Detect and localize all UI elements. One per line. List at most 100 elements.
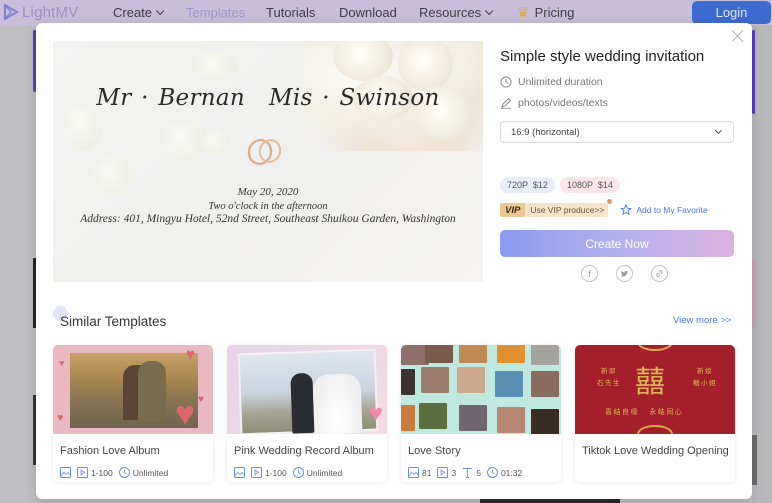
logo-text: LightMV	[22, 3, 79, 21]
ornament-decoration	[637, 425, 673, 434]
video-icon	[251, 467, 262, 478]
view-more-link[interactable]: View more >>	[673, 315, 731, 326]
nav-create-label: Create	[113, 5, 153, 20]
template-duration: Unlimited	[132, 467, 169, 478]
text-icon	[463, 468, 473, 478]
wedding-rings-icon	[247, 139, 282, 165]
clock-icon	[292, 467, 304, 478]
heart-icon: ♥	[198, 394, 204, 405]
invitation-details: May 20, 2020 Two o'clock in the afternoo…	[53, 186, 483, 227]
text-count: 5	[476, 467, 481, 478]
ornament-decoration	[637, 345, 673, 351]
twitter-icon[interactable]	[616, 265, 633, 282]
bride-name: Mis · Swinson	[269, 85, 440, 111]
duration-text: Unlimited duration	[518, 76, 603, 88]
photo-count: 81	[422, 467, 432, 478]
template-duration: Unlimited	[306, 467, 343, 478]
media-text: photos/videos/texts	[518, 97, 608, 109]
nav-create[interactable]: Create	[113, 5, 165, 20]
invitation-time: Two o'clock in the afternoon	[208, 200, 328, 212]
couple-names: Mr · Bernan Mis · Swinson	[53, 85, 483, 111]
video-icon	[437, 467, 449, 478]
background-banner-edge-right	[752, 30, 755, 114]
create-now-button[interactable]: Create Now	[500, 230, 734, 257]
blessing-text: 喜结良缘 永结同心	[605, 409, 684, 416]
facebook-icon[interactable]: f	[581, 265, 598, 282]
thumbnail-photo	[401, 369, 415, 395]
similar-templates-heading: Similar Templates	[60, 314, 167, 329]
template-preview[interactable]: Mr · Bernan Mis · Swinson May 20, 2020 Tw…	[53, 41, 483, 282]
link-icon[interactable]	[651, 265, 668, 282]
template-stats: 81 3 5 01:32	[408, 467, 522, 478]
media-info: photos/videos/texts	[500, 97, 608, 109]
template-name: Tiktok Love Wedding Opening	[582, 445, 729, 457]
login-button[interactable]: Login	[692, 1, 771, 24]
groom-name: Mr · Bernan	[96, 85, 245, 111]
price-720p[interactable]: 720P $12	[500, 177, 555, 193]
background-card-edge	[752, 435, 757, 485]
clock-icon	[118, 467, 130, 478]
template-name: Love Story	[408, 445, 461, 457]
thumbnail-photo	[138, 361, 166, 421]
close-icon[interactable]	[731, 29, 745, 43]
heart-icon: ♥	[186, 346, 195, 363]
video-icon	[77, 467, 88, 478]
price-1080p[interactable]: 1080P $14	[560, 177, 620, 193]
background-page-left	[0, 25, 36, 503]
template-card[interactable]: ♥ Pink Wedding Record Album 1-100 Unlimi…	[227, 345, 387, 482]
aspect-ratio-value: 16:9 (horizontal)	[511, 126, 580, 138]
chevron-down-icon	[485, 6, 494, 15]
nav-pricing[interactable]: ♛ Pricing	[517, 4, 574, 21]
notification-dot	[607, 199, 613, 204]
nav-resources[interactable]: Resources	[419, 5, 494, 20]
template-card[interactable]: Love Story 81 3 5 01:32	[401, 345, 561, 482]
add-to-favorite-button[interactable]: Add to My Favorite	[620, 204, 708, 216]
template-card[interactable]: 囍 新郎 石先生 新娘 糖小姐 喜结良缘 永结同心 Tiktok Love We…	[575, 345, 735, 482]
groom-name: 石先生	[597, 380, 621, 387]
thumbnail-photo	[531, 409, 559, 434]
thumbnail-photo	[312, 373, 363, 434]
template-thumbnail	[401, 345, 561, 434]
image-icon	[234, 467, 245, 478]
nav-download-label: Download	[339, 5, 397, 20]
logo[interactable]: LightMV	[2, 3, 78, 21]
heart-icon: ♥	[57, 412, 64, 424]
aspect-ratio-select[interactable]: 16:9 (horizontal)	[500, 121, 734, 143]
nav-tutorials[interactable]: Tutorials	[266, 5, 315, 20]
bride-title: 新娘	[697, 368, 713, 375]
share-buttons: f	[581, 265, 686, 282]
thumbnail-photo	[290, 372, 315, 434]
thumbnail-photo	[425, 345, 453, 363]
nav-download[interactable]: Download	[339, 5, 397, 20]
invitation-address: Address: 401, Mingyu Hotel, 52nd Street,…	[80, 213, 456, 225]
chevron-down-icon	[714, 126, 723, 135]
template-title: Simple style wedding invitation	[500, 48, 705, 65]
thumbnail-photo	[531, 371, 559, 397]
petal-decoration	[163, 121, 208, 161]
clock-icon	[486, 467, 498, 478]
background-card-edge	[752, 258, 756, 328]
petal-decoration	[193, 51, 238, 81]
edit-icon	[501, 97, 512, 109]
thumbnail-photo	[457, 367, 485, 393]
thumbnail-photo	[459, 405, 487, 431]
vip-produce-button[interactable]: VIP Use VIP produce>>	[500, 199, 613, 217]
template-detail-modal: Mr · Bernan Mis · Swinson May 20, 2020 Tw…	[36, 23, 752, 499]
media-range: 1-100	[91, 467, 113, 478]
groom-title: 新郎	[601, 368, 617, 375]
template-card[interactable]: ♥ ♥ ♥ ♥ ♥ Fashion Love Album 1-100 Unlim…	[53, 345, 213, 482]
template-duration: 01:32	[500, 467, 523, 478]
nav-templates-label: Templates	[186, 5, 246, 20]
double-happiness-icon: 囍	[635, 365, 665, 400]
video-count: 3	[451, 467, 457, 478]
favorite-label: Add to My Favorite	[636, 205, 708, 215]
top-navigation: LightMV Create Templates Tutorials Downl…	[0, 0, 772, 25]
crown-icon: ♛	[517, 4, 530, 20]
thumbnail-photo	[495, 371, 523, 397]
heart-icon: ♥	[59, 358, 65, 368]
nav-templates[interactable]: Templates	[186, 5, 245, 20]
vip-text: Use VIP produce>>	[530, 205, 605, 215]
vip-row: VIP Use VIP produce>> Add to My Favorite	[500, 199, 708, 217]
thumbnail-photo	[497, 345, 525, 363]
thumbnail-photo	[531, 345, 559, 365]
